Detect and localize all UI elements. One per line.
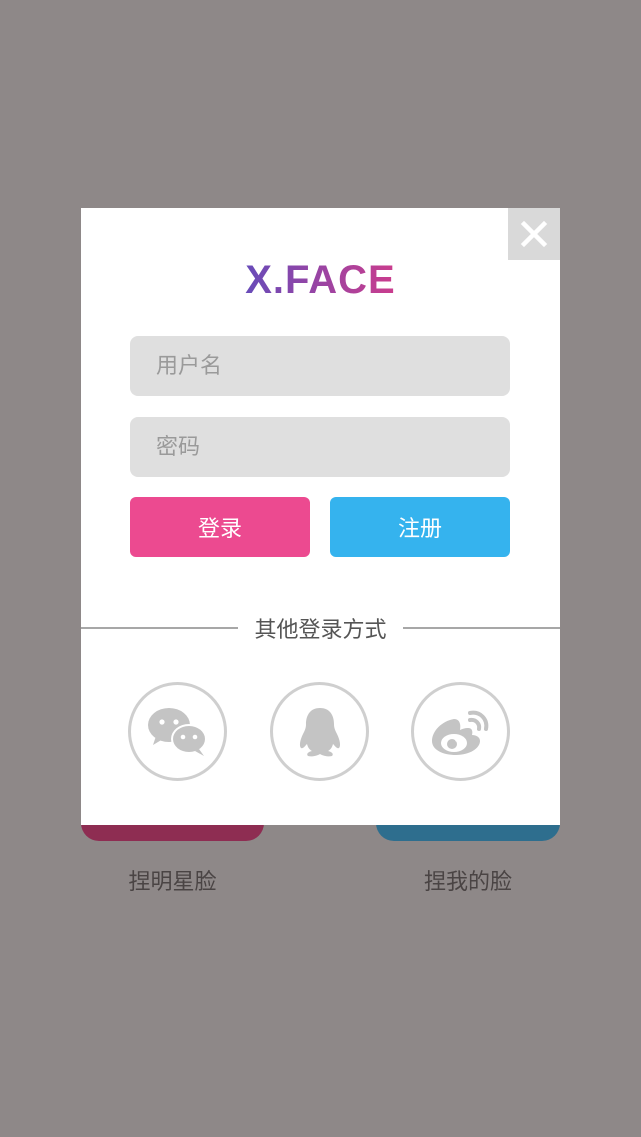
star-face-label: 捏明星脸: [128, 870, 217, 895]
close-icon: [520, 220, 548, 248]
weibo-icon: [431, 710, 488, 755]
qq-login-button[interactable]: [270, 682, 369, 781]
wechat-icon: [147, 707, 207, 756]
app-logo: X.FACE: [81, 258, 560, 303]
other-login-label: 其他登录方式: [254, 618, 387, 643]
divider-left: [81, 627, 238, 629]
password-input[interactable]: [130, 417, 510, 477]
register-button[interactable]: 注册: [330, 497, 510, 557]
weibo-login-button[interactable]: [411, 682, 510, 781]
wechat-login-button[interactable]: [128, 682, 227, 781]
close-button[interactable]: [508, 208, 560, 260]
login-modal: X.FACE 登录 注册 其他登录方式: [81, 208, 560, 825]
qq-icon: [299, 707, 340, 756]
login-button[interactable]: 登录: [130, 497, 310, 557]
my-face-label: 捏我的脸: [423, 870, 512, 895]
username-input[interactable]: [130, 336, 510, 396]
divider-right: [403, 627, 560, 629]
